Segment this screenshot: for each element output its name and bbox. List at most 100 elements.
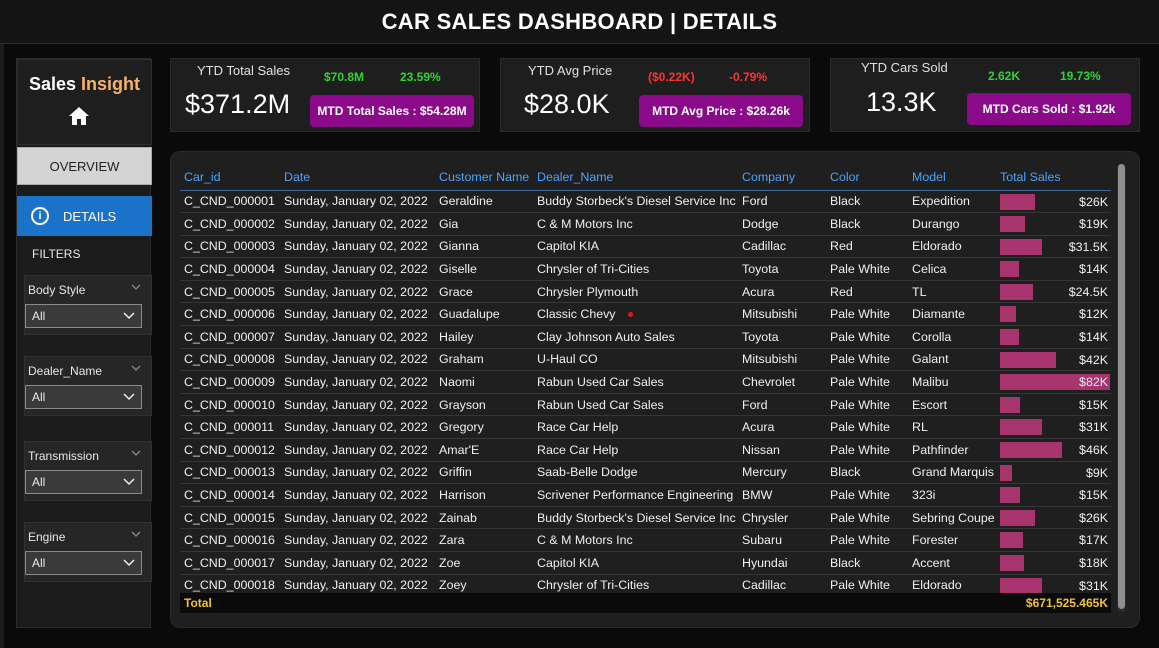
column-header[interactable]: Dealer_Name <box>533 164 738 191</box>
column-header[interactable]: Car_id <box>180 164 280 191</box>
collapse-chevron-icon[interactable] <box>131 363 141 373</box>
table-row[interactable]: C_CND_000005 Sunday, January 02, 2022 Grac… <box>180 280 1111 304</box>
mtd-cars-sold-button[interactable]: MTD Cars Sold : $1.92k <box>967 93 1131 125</box>
collapse-chevron-icon[interactable] <box>131 448 141 458</box>
table-cell: Classic Chevy <box>533 302 738 327</box>
chevron-down-icon <box>123 559 135 567</box>
transmission-dropdown[interactable]: All <box>25 470 142 494</box>
kpi-label: YTD Cars Sold <box>861 60 948 75</box>
table-cell: C_CND_000001 <box>180 190 280 214</box>
dropdown-value: All <box>32 390 46 404</box>
table-row[interactable]: C_CND_000002 Sunday, January 02, 2022 Gia C… <box>180 212 1111 236</box>
kpi-label: YTD Avg Price <box>528 63 613 78</box>
table-row[interactable]: C_CND_000003 Sunday, January 02, 2022 Gian… <box>180 235 1111 259</box>
table-cell: Grayson <box>435 393 533 417</box>
column-header[interactable]: Company <box>738 164 826 191</box>
sales-bar <box>1000 487 1021 504</box>
table-cell: Eldorado <box>908 235 996 259</box>
table-cell: C_CND_000004 <box>180 257 280 281</box>
table-row[interactable]: C_CND_000008 Sunday, January 02, 2022 Grah… <box>180 348 1111 372</box>
table-row[interactable]: C_CND_000006 Sunday, January 02, 2022 Guad… <box>180 302 1111 327</box>
sales-value: $26K <box>1079 194 1108 209</box>
column-header[interactable]: Date <box>280 164 435 191</box>
table-cell: Chevrolet <box>738 370 826 394</box>
sales-bar <box>1000 193 1035 210</box>
sales-bar <box>1000 419 1042 436</box>
table-row[interactable]: C_CND_000011 Sunday, January 02, 2022 Greg… <box>180 415 1111 440</box>
dealer-name-dropdown[interactable]: All <box>25 385 142 409</box>
total-sales-cell: $18K <box>996 551 1111 575</box>
table-cell: Grace <box>435 280 533 304</box>
collapse-chevron-icon[interactable] <box>131 282 141 292</box>
sales-bar <box>1000 238 1043 255</box>
sales-value: $46K <box>1079 443 1108 458</box>
total-sales-cell: $42K <box>996 348 1111 372</box>
total-sales-cell: $9K <box>996 461 1111 485</box>
total-value: $671,525.465K <box>1025 596 1108 610</box>
table-cell: Grand Marquis <box>908 461 996 485</box>
total-sales-cell: $15K <box>996 483 1111 507</box>
table-cell: Scrivener Performance Engineering <box>533 483 738 507</box>
table-cell: Rabun Used Car Sales <box>533 393 738 417</box>
sales-value: $17K <box>1079 533 1108 548</box>
table-row[interactable]: C_CND_000016 Sunday, January 02, 2022 Zara… <box>180 528 1111 552</box>
table-cell: Mercury <box>738 461 826 485</box>
table-cell: Black <box>826 190 908 214</box>
column-header[interactable]: Total Sales <box>996 164 1111 191</box>
sales-bar <box>1000 555 1025 571</box>
table-row[interactable]: C_CND_000014 Sunday, January 02, 2022 Harr… <box>180 483 1111 507</box>
nav-details-label: DETAILS <box>63 208 117 224</box>
sales-bar <box>1000 464 1013 481</box>
kpi-delta-pct: 19.73% <box>1060 69 1101 83</box>
column-header[interactable]: Customer Name <box>435 164 533 191</box>
table-cell: C_CND_000010 <box>180 393 280 417</box>
left-edge-divider <box>0 44 4 648</box>
table-row[interactable]: C_CND_000013 Sunday, January 02, 2022 Grif… <box>180 461 1111 485</box>
table-cell: TL <box>908 280 996 304</box>
table-row[interactable]: C_CND_000018 Sunday, January 02, 2022 Zoey… <box>180 574 1111 594</box>
kpi-value: $371.2M <box>185 89 291 119</box>
home-icon[interactable] <box>68 106 90 126</box>
table-cell: Capitol KIA <box>533 551 738 575</box>
table-cell: Toyota <box>738 257 826 281</box>
kpi-label: YTD Total Sales <box>197 63 290 78</box>
table-row[interactable]: C_CND_000015 Sunday, January 02, 2022 Zain… <box>180 506 1111 530</box>
table-cell: Hailey <box>435 325 533 349</box>
table-row[interactable]: C_CND_000017 Sunday, January 02, 2022 Zoe C… <box>180 551 1111 575</box>
table-cell: Cadillac <box>738 235 826 259</box>
engine-dropdown[interactable]: All <box>25 551 142 575</box>
table-scrollbar[interactable] <box>1117 164 1126 612</box>
mtd-total-sales-button[interactable]: MTD Total Sales : $54.28M <box>310 95 474 127</box>
sales-bar <box>1000 216 1026 233</box>
table-row[interactable]: C_CND_000007 Sunday, January 02, 2022 Hail… <box>180 325 1111 349</box>
scrollbar-thumb[interactable] <box>1118 164 1125 609</box>
table-cell: Pale White <box>826 528 908 552</box>
table-cell: Mitsubishi <box>738 302 826 327</box>
filter-body-style: Body Style All <box>24 275 152 335</box>
collapse-chevron-icon[interactable] <box>131 529 141 539</box>
nav-details-button[interactable]: i DETAILS <box>17 196 152 236</box>
table-cell: C_CND_000009 <box>180 370 280 394</box>
nav-overview-button[interactable]: OVERVIEW <box>17 147 152 185</box>
table-cell: Amar'E <box>435 438 533 462</box>
table-cell: Corolla <box>908 325 996 349</box>
table-cell: C_CND_000008 <box>180 348 280 372</box>
table-row[interactable]: C_CND_000001 Sunday, January 02, 2022 Gera… <box>180 190 1111 214</box>
table-cell: Naomi <box>435 370 533 394</box>
column-header[interactable]: Color <box>826 164 908 191</box>
table-row[interactable]: C_CND_000012 Sunday, January 02, 2022 Amar… <box>180 438 1111 462</box>
sales-value: $18K <box>1079 556 1108 570</box>
table-row[interactable]: C_CND_000004 Sunday, January 02, 2022 Gise… <box>180 257 1111 281</box>
table-cell: Graham <box>435 348 533 372</box>
sales-bar <box>1000 261 1019 278</box>
table-row[interactable]: C_CND_000009 Sunday, January 02, 2022 Naom… <box>180 370 1111 394</box>
table-cell: Sunday, January 02, 2022 <box>280 506 435 530</box>
table-scroll-area[interactable]: Car_id Date Customer Name Dealer_Name Co… <box>180 164 1111 594</box>
total-sales-cell: $31K <box>996 574 1111 594</box>
column-header[interactable]: Model <box>908 164 996 191</box>
table-cell: Gianna <box>435 235 533 259</box>
table-cell: Harrison <box>435 483 533 507</box>
mtd-avg-price-button[interactable]: MTD Avg Price : $28.26k <box>639 95 803 127</box>
body-style-dropdown[interactable]: All <box>25 304 142 328</box>
table-row[interactable]: C_CND_000010 Sunday, January 02, 2022 Gray… <box>180 393 1111 417</box>
